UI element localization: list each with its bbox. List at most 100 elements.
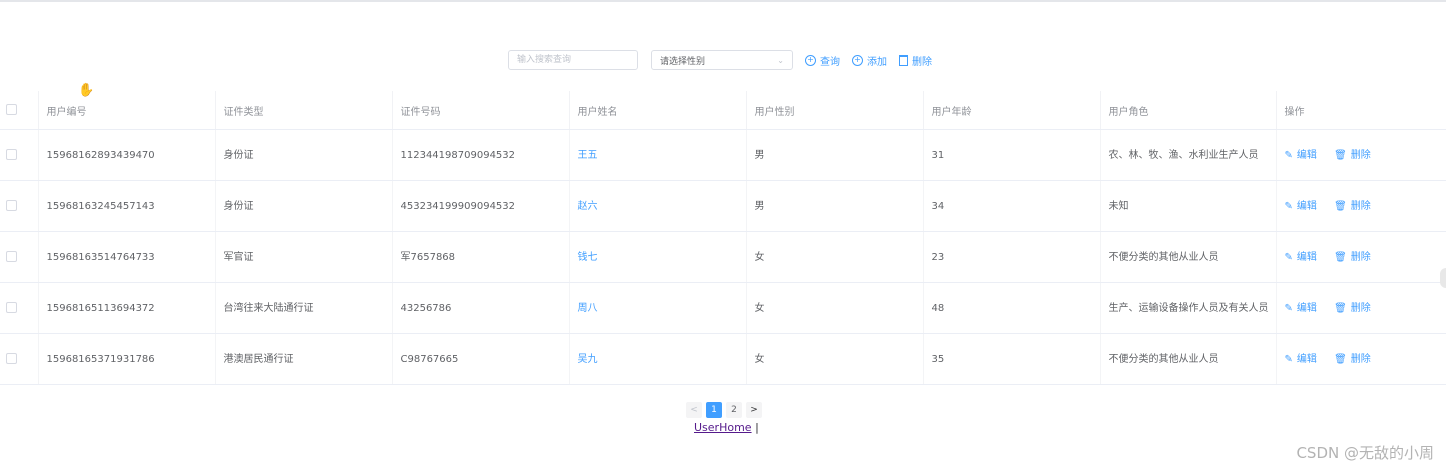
age-cell: 23: [922, 231, 1100, 283]
column-header: 用户姓名: [568, 91, 746, 130]
column-header: 证件号码: [391, 91, 569, 130]
prev-page-button[interactable]: <: [686, 402, 702, 418]
edit-button[interactable]: ✎ 编辑: [1285, 303, 1317, 314]
pencil-icon: ✎: [1284, 149, 1293, 161]
id-type-cell: 身份证: [214, 129, 392, 181]
user-name-link[interactable]: 赵六: [578, 201, 598, 212]
edit-button[interactable]: ✎ 编辑: [1285, 252, 1317, 263]
gender-cell: 女: [745, 333, 923, 385]
row-select-cell[interactable]: [0, 180, 38, 232]
row-checkbox[interactable]: [6, 200, 17, 211]
actions-cell: ✎ 编辑 🗑 删除: [1275, 333, 1446, 385]
delete-label: 删除: [1350, 353, 1371, 365]
id-type-cell: 军官证: [214, 231, 392, 283]
gender-cell: 男: [745, 129, 923, 181]
delete-label: 删除: [1350, 149, 1371, 161]
row-checkbox[interactable]: [6, 149, 17, 160]
plus-circle-icon: +: [852, 54, 863, 66]
edit-button[interactable]: ✎ 编辑: [1285, 150, 1317, 161]
row-checkbox[interactable]: [6, 302, 17, 313]
user-name-cell: 周八: [568, 282, 746, 334]
user-table: 用户编号 证件类型 证件号码 用户姓名 用户性别 用户年龄 用户角色 操作 15…: [0, 91, 1446, 385]
user-name-link[interactable]: 钱七: [578, 252, 598, 263]
edit-label: 编辑: [1296, 302, 1317, 314]
row-select-cell[interactable]: [0, 129, 38, 181]
select-all-cell[interactable]: [0, 91, 38, 130]
pencil-icon: ✎: [1284, 251, 1293, 263]
edit-button[interactable]: ✎ 编辑: [1285, 354, 1317, 365]
chevron-down-icon: ⌄: [777, 55, 784, 65]
age-cell: 35: [922, 333, 1100, 385]
user-id-cell: 15968165371931786: [37, 333, 215, 385]
actions-cell: ✎ 编辑 🗑 删除: [1275, 231, 1446, 283]
user-name-link[interactable]: 王五: [578, 150, 598, 161]
table-row: 15968163514764733 军官证 军7657868 钱七 女 23 不…: [0, 231, 1446, 283]
gender-cell: 女: [745, 231, 923, 283]
column-header: 证件类型: [214, 91, 392, 130]
row-select-cell[interactable]: [0, 231, 38, 283]
toolbar: 请选择性别 ⌄ + 查询 + 添加 删除: [508, 49, 932, 71]
watermark: CSDN @无敌的小周: [1296, 444, 1434, 462]
next-page-button[interactable]: >: [746, 402, 762, 418]
delete-row-button[interactable]: 🗑 删除: [1334, 252, 1371, 263]
column-header: 用户性别: [745, 91, 923, 130]
delete-row-button[interactable]: 🗑 删除: [1334, 150, 1371, 161]
footer-links: UserHome |: [694, 421, 759, 434]
search-input[interactable]: [508, 50, 638, 70]
id-number-cell: 453234199909094532: [391, 180, 569, 232]
trash-icon: 🗑: [1334, 302, 1347, 314]
row-select-cell[interactable]: [0, 282, 38, 334]
role-cell: 不便分类的其他从业人员: [1099, 231, 1276, 283]
id-number-cell: 112344198709094532: [391, 129, 569, 181]
plus-circle-icon: +: [805, 54, 816, 66]
id-number-cell: 军7657868: [391, 231, 569, 283]
age-cell: 48: [922, 282, 1100, 334]
trash-icon: [899, 54, 908, 66]
trash-icon: 🗑: [1334, 149, 1347, 161]
id-type-cell: 港澳居民通行证: [214, 333, 392, 385]
role-cell: 生产、运输设备操作人员及有关人员: [1099, 282, 1276, 334]
table-row: 15968165371931786 港澳居民通行证 C98767665 吴九 女…: [0, 333, 1446, 385]
edit-label: 编辑: [1296, 353, 1317, 365]
delete-label: 删除: [1350, 302, 1371, 314]
user-id-cell: 15968165113694372: [37, 282, 215, 334]
side-scroll-handle[interactable]: [1440, 268, 1446, 288]
delete-label: 删除: [1350, 200, 1371, 212]
user-name-link[interactable]: 吴九: [578, 354, 598, 365]
page-button[interactable]: 2: [726, 402, 742, 418]
trash-icon: 🗑: [1334, 353, 1347, 365]
edit-label: 编辑: [1296, 251, 1317, 263]
id-type-cell: 身份证: [214, 180, 392, 232]
user-id-cell: 15968163245457143: [37, 180, 215, 232]
gender-select[interactable]: 请选择性别 ⌄: [651, 50, 793, 70]
delete-row-button[interactable]: 🗑 删除: [1334, 201, 1371, 212]
user-name-link[interactable]: 周八: [578, 303, 598, 314]
table-header-row: 用户编号 证件类型 证件号码 用户姓名 用户性别 用户年龄 用户角色 操作: [0, 91, 1446, 130]
page-button[interactable]: 1: [706, 402, 722, 418]
delete-row-button[interactable]: 🗑 删除: [1334, 303, 1371, 314]
delete-row-button[interactable]: 🗑 删除: [1334, 354, 1371, 365]
trash-icon: 🗑: [1334, 200, 1347, 212]
delete-button-label: 删除: [912, 56, 932, 68]
actions-cell: ✎ 编辑 🗑 删除: [1275, 180, 1446, 232]
select-all-checkbox[interactable]: [6, 104, 17, 116]
gender-select-value: 请选择性别: [660, 56, 706, 67]
delete-button[interactable]: 删除: [899, 53, 932, 68]
query-button-label: 查询: [820, 56, 840, 68]
user-id-cell: 15968162893439470: [37, 129, 215, 181]
row-checkbox[interactable]: [6, 353, 17, 364]
edit-button[interactable]: ✎ 编辑: [1285, 201, 1317, 212]
gender-cell: 男: [745, 180, 923, 232]
add-button[interactable]: + 添加: [852, 53, 887, 68]
row-select-cell[interactable]: [0, 333, 38, 385]
table-row: 15968163245457143 身份证 453234199909094532…: [0, 180, 1446, 232]
row-checkbox[interactable]: [6, 251, 17, 262]
user-name-cell: 钱七: [568, 231, 746, 283]
table-row: 15968162893439470 身份证 112344198709094532…: [0, 129, 1446, 181]
query-button[interactable]: + 查询: [805, 53, 840, 68]
column-header: 用户年龄: [922, 91, 1100, 130]
userhome-link[interactable]: UserHome: [694, 421, 752, 434]
age-cell: 31: [922, 129, 1100, 181]
column-header: 操作: [1275, 91, 1446, 130]
column-header: 用户编号: [37, 91, 215, 130]
